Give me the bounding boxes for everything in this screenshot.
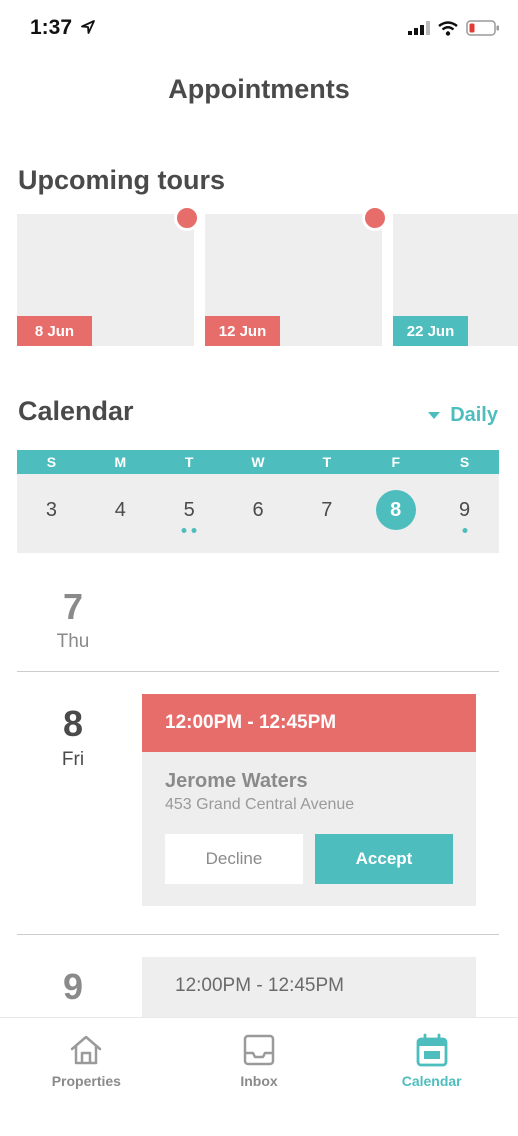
appointment-actions: Decline Accept bbox=[165, 834, 453, 884]
schedule-weekday: Thu bbox=[56, 631, 90, 652]
inbox-icon bbox=[243, 1034, 275, 1066]
tab-properties[interactable]: Properties bbox=[0, 1018, 173, 1136]
status-indicators bbox=[408, 20, 500, 36]
upcoming-tours-title: Upcoming tours bbox=[18, 165, 225, 195]
calendar-day[interactable]: 9 bbox=[430, 474, 499, 553]
tour-date-badge: 12 Jun bbox=[205, 316, 280, 346]
tour-date-badge: 22 Jun bbox=[393, 316, 468, 346]
appointment-time: 12:00PM - 12:45PM bbox=[142, 957, 476, 1015]
calendar-day[interactable]: 7 bbox=[292, 474, 361, 553]
tab-label: Properties bbox=[51, 1073, 121, 1089]
schedule-weekday: Fri bbox=[61, 749, 85, 770]
appointment-address: 453 Grand Central Avenue bbox=[165, 796, 355, 813]
calendar-view-label: Daily bbox=[450, 404, 498, 426]
tour-card[interactable]: 22 Jun bbox=[393, 214, 518, 346]
page-title: Appointments bbox=[168, 74, 350, 104]
weekday-header: S bbox=[46, 454, 57, 470]
accept-button[interactable]: Accept bbox=[315, 834, 453, 884]
weekday-header: F bbox=[391, 454, 400, 470]
weekday-header-row: S M T W T F S bbox=[17, 450, 499, 474]
event-dot bbox=[462, 528, 468, 533]
calendar-day[interactable]: 5 bbox=[155, 474, 224, 553]
tour-alert-dot bbox=[362, 205, 388, 231]
calendar-view-dropdown[interactable]: Daily bbox=[428, 404, 498, 427]
calendar-day-number: 5 bbox=[183, 499, 195, 521]
calendar-day-number: 4 bbox=[114, 499, 126, 521]
tab-bar: Properties Inbox Calendar bbox=[0, 1017, 518, 1136]
appointment-time: 12:00PM - 12:45PM bbox=[142, 694, 476, 752]
cellular-signal-icon bbox=[408, 21, 430, 35]
weekday-header: T bbox=[322, 454, 332, 470]
tab-label: Calendar bbox=[401, 1073, 462, 1089]
appointment-body: Jerome Waters 453 Grand Central Avenue D… bbox=[142, 752, 476, 906]
calendar-day-number: 6 bbox=[252, 499, 264, 521]
tour-date-badge: 8 Jun bbox=[17, 316, 92, 346]
weekday-header: T bbox=[184, 454, 194, 470]
calendar-day-number: 9 bbox=[459, 499, 471, 521]
tab-inbox[interactable]: Inbox bbox=[173, 1018, 346, 1136]
weekday-header: W bbox=[251, 454, 265, 470]
week-strip: S M T W T F S 3 4 5 6 7 8 9 bbox=[17, 450, 499, 553]
event-dot bbox=[181, 528, 187, 533]
battery-icon bbox=[466, 20, 499, 36]
caret-down-icon bbox=[428, 412, 441, 419]
event-dots bbox=[462, 528, 468, 533]
calendar-day[interactable]: 4 bbox=[86, 474, 155, 553]
divider bbox=[17, 671, 499, 672]
divider bbox=[17, 934, 499, 935]
calendar-day-number: 3 bbox=[45, 499, 57, 521]
tour-card[interactable]: 12 Jun bbox=[205, 214, 382, 346]
appointment-card[interactable]: 12:00PM - 12:45PM Jerome Waters 453 Gran… bbox=[142, 694, 476, 906]
upcoming-tours-carousel[interactable]: 8 Jun 12 Jun 22 Jun bbox=[17, 214, 518, 350]
home-icon bbox=[71, 1035, 102, 1065]
status-bar: 1:37 bbox=[0, 0, 518, 60]
schedule-day-number: 8 bbox=[62, 703, 84, 744]
location-arrow-icon bbox=[81, 20, 95, 34]
weekday-header: M bbox=[114, 454, 127, 470]
calendar-day-number: 7 bbox=[321, 499, 333, 521]
tour-card[interactable]: 8 Jun bbox=[17, 214, 194, 346]
tour-alert-dot bbox=[174, 205, 200, 231]
wifi-icon bbox=[438, 20, 458, 36]
schedule-day-number: 9 bbox=[62, 966, 84, 1007]
calendar-day[interactable]: 3 bbox=[17, 474, 86, 553]
event-dot bbox=[191, 528, 197, 533]
schedule-day-number: 7 bbox=[62, 586, 84, 627]
calendar-title: Calendar bbox=[18, 396, 134, 426]
event-dots bbox=[181, 528, 197, 533]
decline-button[interactable]: Decline bbox=[165, 834, 303, 884]
weekday-header: S bbox=[459, 454, 470, 470]
week-days-row: 3 4 5 6 7 8 9 bbox=[17, 474, 499, 553]
calendar-day[interactable]: 6 bbox=[224, 474, 293, 553]
status-time: 1:37 bbox=[30, 16, 73, 39]
calendar-icon bbox=[416, 1033, 448, 1067]
calendar-day-selected[interactable]: 8 bbox=[361, 474, 430, 553]
tab-calendar[interactable]: Calendar bbox=[345, 1018, 518, 1136]
calendar-day-number: 8 bbox=[375, 490, 416, 530]
tab-label: Inbox bbox=[240, 1073, 278, 1089]
appointment-client-name: Jerome Waters bbox=[165, 770, 308, 792]
appointment-card[interactable]: 12:00PM - 12:45PM bbox=[142, 957, 476, 1017]
